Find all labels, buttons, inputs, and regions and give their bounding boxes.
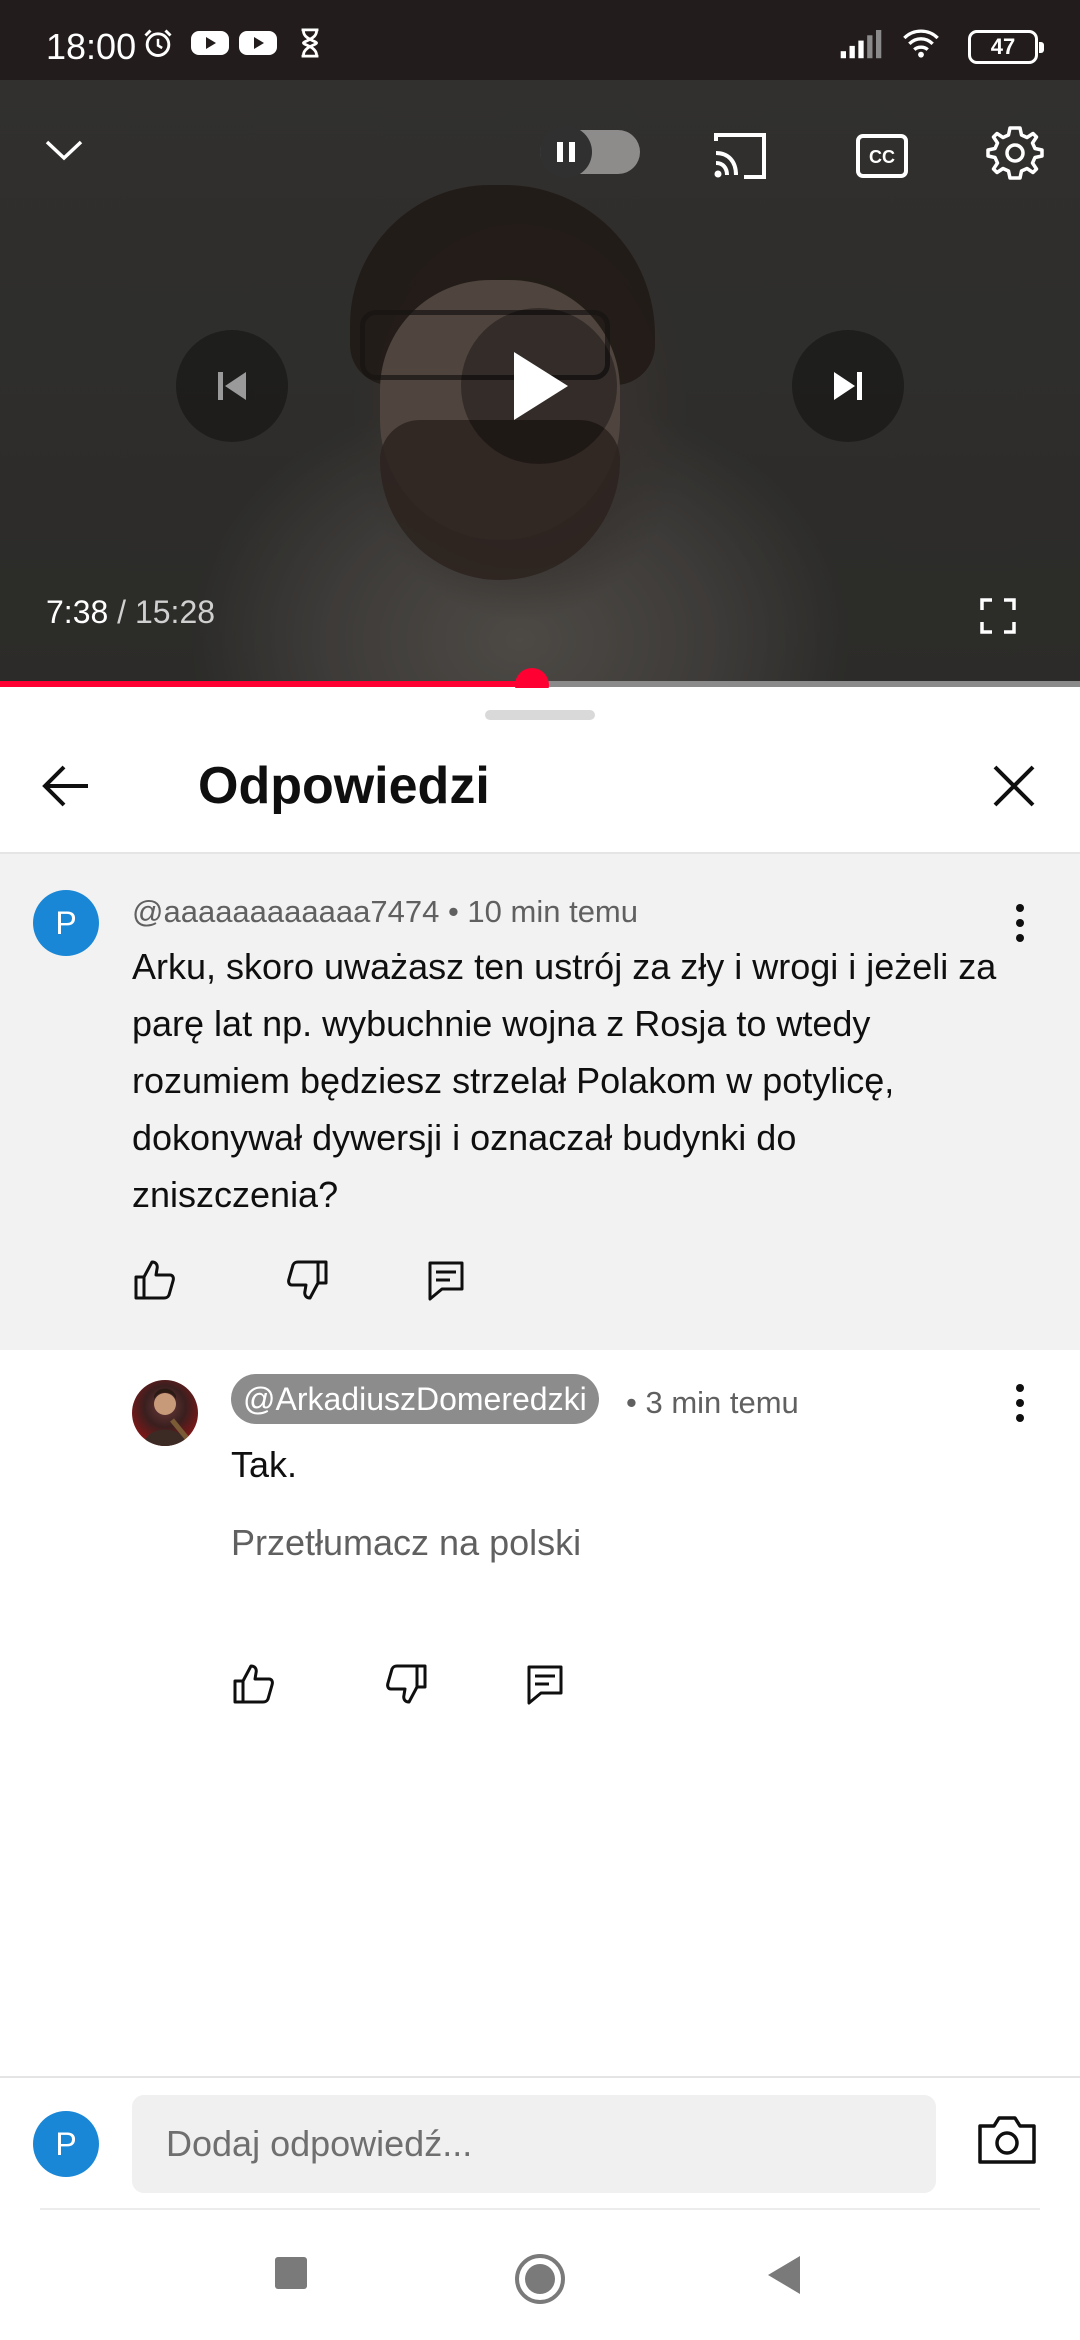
duration: 15:28 bbox=[134, 594, 216, 630]
video-player[interactable]: CC 7:38 / 15:28 bbox=[0, 80, 1080, 685]
comment-text: Arku, skoro uważasz ten ustrój za zły i … bbox=[132, 946, 997, 1215]
replies-panel: Odpowiedzi P @aaaaaaaaaaaa7474 • 10 min … bbox=[0, 688, 1080, 2340]
cast-icon[interactable] bbox=[708, 124, 772, 188]
avatar[interactable]: P bbox=[33, 890, 99, 956]
input-divider bbox=[0, 2076, 1080, 2078]
signal-icon bbox=[840, 30, 882, 59]
settings-gear-icon[interactable] bbox=[982, 118, 1048, 188]
progress-fill bbox=[0, 681, 532, 687]
translate-link[interactable]: Przetłumacz na polski bbox=[231, 1522, 581, 1564]
like-icon[interactable] bbox=[225, 1656, 281, 1712]
captions-icon[interactable]: CC bbox=[850, 124, 914, 188]
more-options-icon[interactable] bbox=[1000, 1374, 1040, 1434]
playback-time: 7:38 / 15:28 bbox=[46, 594, 215, 631]
battery-icon: 47 bbox=[968, 30, 1044, 64]
reply-author-chip[interactable]: @ArkadiuszDomeredzki bbox=[231, 1374, 599, 1424]
current-time: 7:38 bbox=[46, 594, 109, 630]
avatar[interactable] bbox=[132, 1380, 198, 1446]
status-time: 18:00 bbox=[46, 26, 137, 67]
back-arrow-icon[interactable] bbox=[36, 754, 100, 818]
play-icon[interactable] bbox=[461, 308, 617, 464]
pause-icon bbox=[540, 126, 592, 178]
comment-author[interactable]: @aaaaaaaaaaaa7474 bbox=[132, 894, 439, 929]
reply-time: • 3 min temu bbox=[626, 1385, 799, 1420]
reply-icon[interactable] bbox=[517, 1656, 573, 1712]
status-bar: 18:00 47 bbox=[0, 0, 1080, 80]
nav-divider bbox=[40, 2208, 1040, 2210]
time-separator: / bbox=[108, 594, 135, 630]
reply-comment: @ArkadiuszDomeredzki • 3 min temu Tak. P… bbox=[0, 1350, 1080, 1750]
reply-text: Tak. bbox=[231, 1444, 298, 1485]
alarm-icon bbox=[144, 29, 172, 57]
minimize-chevron-icon[interactable] bbox=[36, 122, 92, 178]
comment-actions bbox=[126, 1252, 474, 1308]
panel-header: Odpowiedzi bbox=[0, 728, 1080, 853]
previous-video-icon[interactable] bbox=[176, 330, 288, 442]
page-title: Odpowiedzi bbox=[198, 757, 490, 815]
home-icon[interactable] bbox=[513, 2252, 567, 2306]
reply-icon[interactable] bbox=[418, 1252, 474, 1308]
autoplay-toggle[interactable] bbox=[540, 126, 640, 178]
recents-icon[interactable] bbox=[274, 2256, 308, 2290]
youtube-icon bbox=[239, 31, 277, 55]
reply-input[interactable]: Dodaj odpowiedź... bbox=[132, 2095, 936, 2193]
drag-handle[interactable] bbox=[485, 710, 595, 720]
hourglass-icon bbox=[301, 28, 319, 58]
avatar: P bbox=[33, 2111, 99, 2177]
battery-level: 47 bbox=[990, 34, 1016, 59]
camera-icon[interactable] bbox=[975, 2112, 1039, 2176]
svg-text:CC: CC bbox=[869, 147, 895, 167]
comment-meta: @aaaaaaaaaaaa7474 • 10 min temu bbox=[132, 894, 638, 929]
close-icon[interactable] bbox=[982, 754, 1046, 818]
parent-comment: P @aaaaaaaaaaaa7474 • 10 min temu Arku, … bbox=[0, 854, 1080, 1350]
back-nav-icon[interactable] bbox=[766, 2254, 802, 2296]
comment-time: 10 min temu bbox=[467, 894, 638, 929]
youtube-icon bbox=[191, 31, 229, 55]
next-video-icon[interactable] bbox=[792, 330, 904, 442]
fullscreen-icon[interactable] bbox=[974, 592, 1022, 640]
system-nav-bar bbox=[0, 2230, 1080, 2340]
dislike-icon[interactable] bbox=[379, 1656, 435, 1712]
dislike-icon[interactable] bbox=[280, 1252, 336, 1308]
wifi-icon bbox=[903, 29, 939, 58]
like-icon[interactable] bbox=[126, 1252, 182, 1308]
reply-actions bbox=[225, 1656, 573, 1712]
